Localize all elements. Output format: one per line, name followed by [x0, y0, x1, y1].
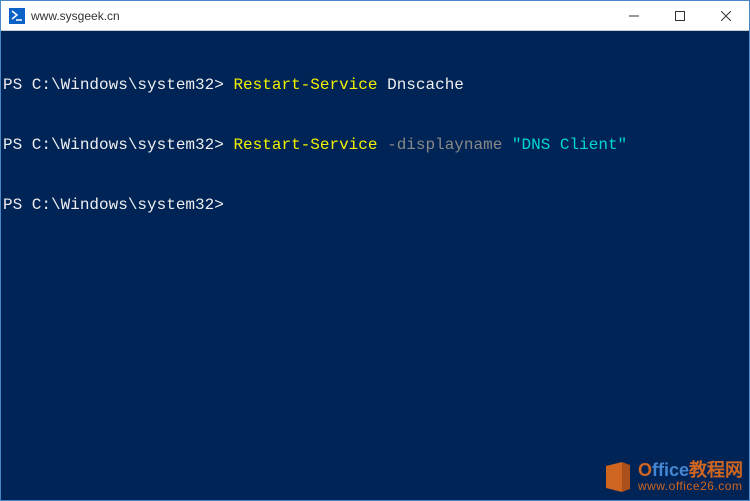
powershell-window: www.sysgeek.cn PS C:\Windows\system32> R… [0, 0, 750, 501]
close-button[interactable] [703, 1, 749, 31]
minimize-button[interactable] [611, 1, 657, 31]
prompt: PS C:\Windows\system32> [3, 76, 224, 94]
terminal-line: PS C:\Windows\system32> Restart-Service … [3, 135, 747, 155]
maximize-button[interactable] [657, 1, 703, 31]
string-argument: "DNS Client" [512, 136, 627, 154]
cmdlet: Restart-Service [233, 136, 377, 154]
watermark-url: www.office26.com [638, 480, 743, 493]
terminal-line: PS C:\Windows\system32> [3, 195, 747, 215]
powershell-icon [9, 8, 25, 24]
terminal-line: PS C:\Windows\system32> Restart-Service … [3, 75, 747, 95]
terminal-area[interactable]: PS C:\Windows\system32> Restart-Service … [1, 31, 749, 500]
argument: Dnscache [387, 76, 464, 94]
office-logo-icon [600, 460, 634, 494]
watermark: Office教程网 www.office26.com [600, 460, 743, 494]
window-title: www.sysgeek.cn [31, 9, 120, 23]
cmdlet: Restart-Service [233, 76, 377, 94]
watermark-brand: Office教程网 [638, 461, 743, 480]
parameter: -displayname [387, 136, 502, 154]
prompt: PS C:\Windows\system32> [3, 136, 224, 154]
window-titlebar[interactable]: www.sysgeek.cn [1, 1, 749, 31]
prompt: PS C:\Windows\system32> [3, 196, 224, 214]
